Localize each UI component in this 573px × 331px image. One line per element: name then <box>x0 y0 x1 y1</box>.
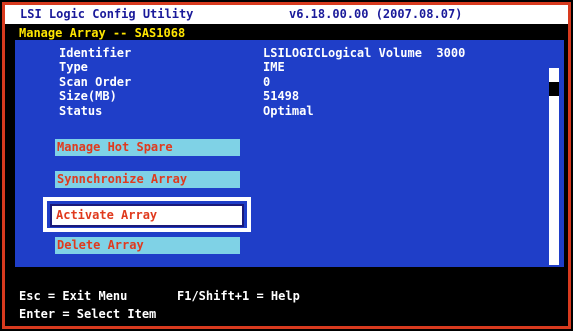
title-bar: LSI Logic Config Utility v6.18.00.00 (20… <box>5 5 568 24</box>
identifier-value: LSILOGICLogical Volume 3000 <box>263 46 466 60</box>
synchronize-array-label: Synnchronize Array <box>57 172 188 186</box>
type-value: IME <box>263 60 285 74</box>
help-hint: F1/Shift+1 = Help <box>177 289 300 303</box>
page-subtitle: Manage Array -- SAS1068 <box>19 26 186 40</box>
size-value: 51498 <box>263 89 300 103</box>
delete-array-label: Delete Array <box>57 238 144 252</box>
app-title: LSI Logic Config Utility <box>20 7 194 21</box>
type-label: Type <box>59 60 88 74</box>
delete-array-button[interactable]: Delete Array <box>55 237 240 254</box>
size-label: Size(MB) <box>59 89 117 103</box>
array-panel: Identifier LSILOGICLogical Volume 3000 T… <box>15 40 564 267</box>
activate-array-button[interactable]: Activate Array <box>50 204 244 227</box>
scan-order-label: Scan Order <box>59 75 132 89</box>
identifier-label: Identifier <box>59 46 132 60</box>
status-value: Optimal <box>263 104 314 118</box>
status-label: Status <box>59 104 103 118</box>
scrollbar[interactable] <box>549 68 559 265</box>
version-label: v6.18.00.00 (2007.08.07) <box>289 7 463 21</box>
config-utility-window: LSI Logic Config Utility v6.18.00.00 (20… <box>2 2 571 329</box>
esc-hint: Esc = Exit Menu <box>19 289 128 303</box>
enter-hint: Enter = Select Item <box>19 307 157 321</box>
activate-array-selection-frame[interactable]: Activate Array <box>43 197 251 232</box>
synchronize-array-button[interactable]: Synnchronize Array <box>55 171 240 188</box>
manage-hot-spare-label: Manage Hot Spare <box>57 140 173 154</box>
scrollbar-thumb[interactable] <box>549 82 559 96</box>
scan-order-value: 0 <box>263 75 271 89</box>
activate-array-label: Activate Array <box>56 208 158 222</box>
manage-hot-spare-button[interactable]: Manage Hot Spare <box>55 139 240 156</box>
